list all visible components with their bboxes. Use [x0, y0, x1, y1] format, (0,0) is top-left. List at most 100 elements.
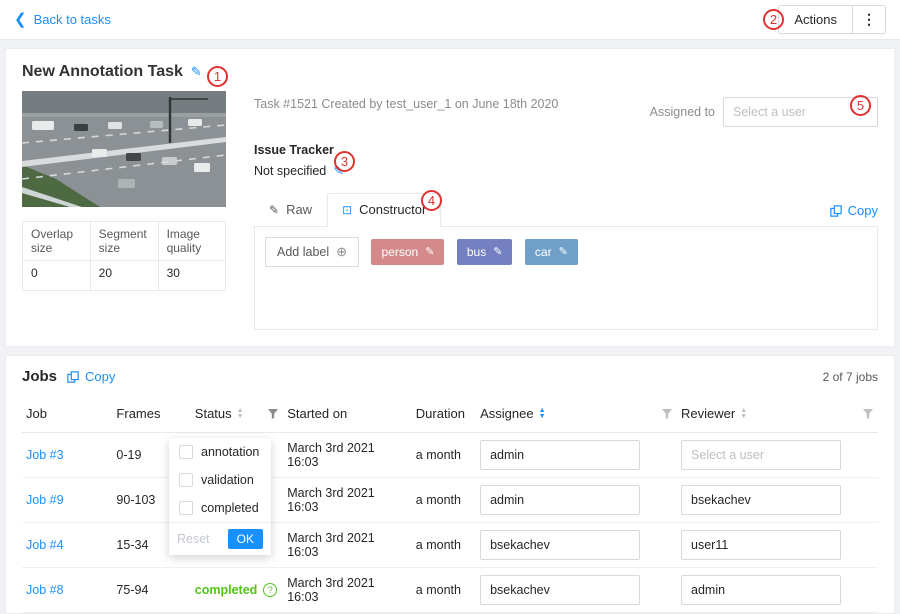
- col-header-frames: Frames: [112, 395, 190, 433]
- question-circle-icon[interactable]: ?: [263, 583, 277, 597]
- job-link[interactable]: Job #4: [26, 538, 64, 552]
- job-link[interactable]: Job #8: [26, 583, 64, 597]
- annotation-circle-5: 5: [850, 95, 871, 116]
- started-cell: March 3rd 2021 16:03: [283, 568, 412, 613]
- started-cell: March 3rd 2021 16:03: [283, 523, 412, 568]
- sort-reviewer-icon[interactable]: ▲▼: [740, 408, 747, 420]
- assigned-to-label: Assigned to: [650, 105, 715, 119]
- jobs-table: Job Frames Status ▲▼ Started on Duration: [22, 395, 878, 613]
- frames-cell: 75-94: [112, 568, 190, 613]
- table-row: Job #9 90-103 March 3rd 2021 16:03 a mon…: [22, 478, 878, 523]
- actions-menu-icon[interactable]: ⋮: [853, 6, 885, 33]
- param-value-quality: 30: [158, 261, 225, 291]
- annotation-circle-2: 2: [763, 9, 784, 30]
- col-header-assignee[interactable]: Assignee: [480, 406, 533, 421]
- label-tag-bus[interactable]: bus ✎: [457, 239, 513, 265]
- actions-button-group: Actions ⋮: [778, 5, 886, 34]
- jobs-count-label: 2 of 7 jobs: [823, 370, 878, 384]
- param-value-segment: 20: [90, 261, 158, 291]
- filter-option-completed[interactable]: completed: [169, 494, 271, 522]
- table-row: Job #4 15-34 March 3rd 2021 16:03 a mont…: [22, 523, 878, 568]
- job-link[interactable]: Job #3: [26, 448, 64, 462]
- tab-raw-label: Raw: [286, 202, 312, 217]
- filter-option-label: completed: [201, 501, 259, 515]
- param-header-quality: Image quality: [158, 222, 225, 261]
- duration-cell: a month: [412, 433, 476, 478]
- edit-label-icon[interactable]: ✎: [425, 245, 434, 258]
- task-preview-image: [22, 91, 226, 207]
- label-tag-car[interactable]: car ✎: [525, 239, 578, 265]
- col-header-started: Started on: [283, 395, 412, 433]
- jobs-title: Jobs: [22, 368, 57, 385]
- plus-circle-icon: ⊕: [336, 244, 347, 260]
- checkbox-icon[interactable]: [179, 445, 193, 459]
- started-cell: March 3rd 2021 16:03: [283, 478, 412, 523]
- add-label-button[interactable]: Add label ⊕: [265, 237, 359, 267]
- reviewer-input[interactable]: [681, 440, 841, 470]
- status-cell: completed ?: [195, 583, 278, 597]
- assignee-input[interactable]: [480, 485, 640, 515]
- labels-tabs-bar: ✎ Raw ⊡ Constructor Copy: [254, 193, 878, 226]
- back-chevron-icon: ❮: [14, 12, 27, 27]
- status-text: completed: [195, 583, 258, 597]
- tab-raw[interactable]: ✎ Raw: [254, 193, 327, 226]
- filter-assignee-icon[interactable]: [661, 408, 673, 420]
- duration-cell: a month: [412, 478, 476, 523]
- job-link[interactable]: Job #9: [26, 493, 64, 507]
- started-cell: March 3rd 2021 16:03: [283, 433, 412, 478]
- sort-status-icon[interactable]: ▲▼: [237, 408, 244, 420]
- copy-label: Copy: [848, 203, 878, 218]
- filter-reset-button[interactable]: Reset: [177, 532, 210, 546]
- jobs-table-header-row: Job Frames Status ▲▼ Started on Duration: [22, 395, 878, 433]
- edit-label-icon[interactable]: ✎: [559, 245, 568, 258]
- labels-constructor-panel: Add label ⊕ person ✎ bus ✎ car ✎: [254, 226, 878, 330]
- reviewer-input[interactable]: [681, 575, 841, 605]
- edit-label-icon[interactable]: ✎: [493, 245, 502, 258]
- sort-assignee-icon[interactable]: ▲▼: [539, 408, 546, 420]
- col-header-status[interactable]: Status: [195, 406, 232, 421]
- task-meta-text: Task #1521 Created by test_user_1 on Jun…: [254, 97, 558, 111]
- status-filter-dropdown: annotation validation completed Reset OK: [169, 438, 271, 555]
- edit-task-name-icon[interactable]: ✎: [191, 64, 202, 80]
- param-header-overlap: Overlap size: [23, 222, 91, 261]
- checkbox-icon[interactable]: [179, 501, 193, 515]
- col-header-job: Job: [22, 395, 112, 433]
- labels-copy-button[interactable]: Copy: [830, 203, 878, 226]
- back-to-tasks-link[interactable]: ❮ Back to tasks: [14, 12, 111, 27]
- label-tag-person[interactable]: person ✎: [371, 239, 444, 265]
- task-params-table: Overlap size Segment size Image quality …: [22, 221, 226, 291]
- label-name: car: [535, 245, 552, 259]
- checkbox-icon[interactable]: [179, 473, 193, 487]
- task-details-card: New Annotation Task ✎: [5, 48, 895, 347]
- col-header-reviewer[interactable]: Reviewer: [681, 406, 735, 421]
- filter-option-validation[interactable]: validation: [169, 466, 271, 494]
- task-title: New Annotation Task: [22, 63, 183, 81]
- actions-button[interactable]: Actions: [779, 6, 853, 33]
- filter-reviewer-icon[interactable]: [862, 408, 874, 420]
- reviewer-input[interactable]: [681, 530, 841, 560]
- param-header-segment: Segment size: [90, 222, 158, 261]
- duration-cell: a month: [412, 523, 476, 568]
- back-link-label: Back to tasks: [34, 12, 111, 27]
- filter-ok-button[interactable]: OK: [228, 529, 263, 549]
- filter-status-icon[interactable]: [267, 408, 279, 420]
- filter-option-label: annotation: [201, 445, 259, 459]
- table-row: Job #3 0-19 March 3rd 2021 16:03 a month: [22, 433, 878, 478]
- filter-option-annotation[interactable]: annotation: [169, 438, 271, 466]
- jobs-copy-button[interactable]: Copy: [67, 369, 115, 384]
- copy-icon: [67, 371, 79, 383]
- pencil-icon: ✎: [269, 203, 279, 217]
- assignee-input[interactable]: [480, 575, 640, 605]
- col-header-duration: Duration: [412, 395, 476, 433]
- label-name: bus: [467, 245, 486, 259]
- table-row: Job #8 75-94 completed ? March 3rd 2021 …: [22, 568, 878, 613]
- tab-constructor-label: Constructor: [359, 202, 426, 217]
- filter-option-label: validation: [201, 473, 254, 487]
- label-name: person: [381, 245, 418, 259]
- assignee-input[interactable]: [480, 440, 640, 470]
- assignee-input[interactable]: [480, 530, 640, 560]
- reviewer-input[interactable]: [681, 485, 841, 515]
- add-label-text: Add label: [277, 245, 329, 259]
- annotation-circle-3: 3: [334, 151, 355, 172]
- constructor-icon: ⊡: [342, 203, 352, 217]
